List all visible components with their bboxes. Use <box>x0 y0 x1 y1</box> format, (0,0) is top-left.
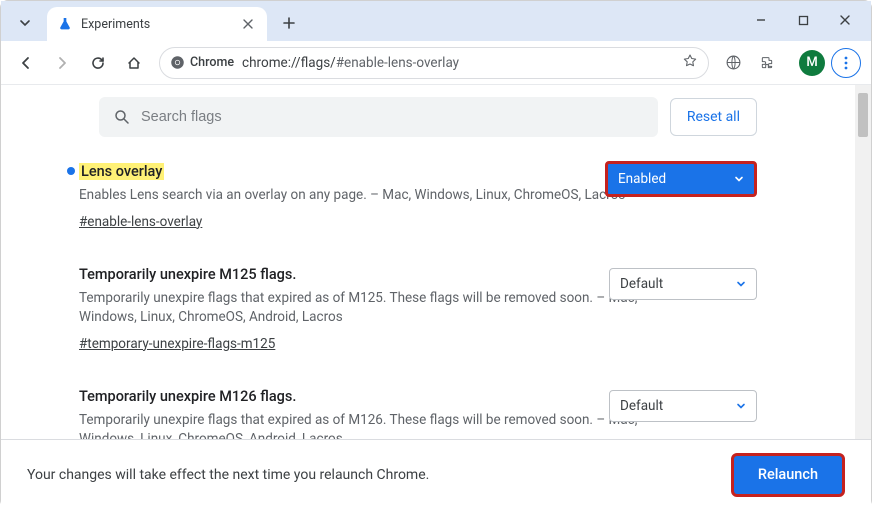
search-icon <box>113 108 131 126</box>
reset-all-button[interactable]: Reset all <box>670 98 757 136</box>
chevron-down-icon <box>736 279 746 289</box>
flask-icon <box>57 16 73 32</box>
chrome-icon <box>170 55 185 70</box>
chrome-menu-button[interactable] <box>831 48 861 78</box>
flag-state-select[interactable]: Enabled <box>605 161 757 197</box>
vertical-scrollbar[interactable] <box>855 85 871 439</box>
scrollbar-thumb[interactable] <box>858 93 868 137</box>
arrow-left-icon <box>18 55 34 71</box>
browser-tab[interactable]: Experiments <box>47 7 267 41</box>
tab-title: Experiments <box>81 17 239 32</box>
flag-item: Temporarily unexpire M126 flags. Temporar… <box>1 386 855 439</box>
minimize-icon <box>755 14 767 26</box>
home-button[interactable] <box>119 48 149 78</box>
chevron-down-icon <box>19 17 31 29</box>
window-maximize-button[interactable] <box>783 5 823 35</box>
close-icon <box>243 19 253 29</box>
flag-state-value: Enabled <box>618 171 666 187</box>
flag-hash-link[interactable]: #temporary-unexpire-flags-m125 <box>79 336 275 352</box>
flag-item: Temporarily unexpire M125 flags. Temporar… <box>1 264 855 352</box>
new-tab-button[interactable] <box>275 9 303 37</box>
chrome-chip: Chrome <box>170 55 234 70</box>
chrome-chip-label: Chrome <box>190 55 234 70</box>
browser-toolbar: Chrome chrome://flags/#enable-lens-overl… <box>1 41 871 85</box>
chevron-down-icon <box>734 174 744 184</box>
flag-state-value: Default <box>620 276 663 292</box>
tab-search-dropdown[interactable] <box>9 9 41 37</box>
chevron-down-icon <box>736 401 746 411</box>
site-settings-button[interactable] <box>719 49 747 77</box>
window-minimize-button[interactable] <box>741 5 781 35</box>
window-titlebar: Experiments <box>1 1 871 41</box>
flag-title: Lens overlay <box>79 163 164 180</box>
globe-shield-icon <box>725 54 742 71</box>
address-bar[interactable]: Chrome chrome://flags/#enable-lens-overl… <box>159 47 709 79</box>
reload-icon <box>90 55 106 71</box>
window-close-button[interactable] <box>825 5 865 35</box>
relaunch-button[interactable]: Relaunch <box>731 453 845 497</box>
flag-description: Enables Lens search via an overlay on an… <box>79 186 639 206</box>
reload-button[interactable] <box>83 48 113 78</box>
extensions-button[interactable] <box>753 49 781 77</box>
flag-state-value: Default <box>620 398 663 414</box>
flag-title: Temporarily unexpire M125 flags. <box>79 266 296 283</box>
relaunch-message: Your changes will take effect the next t… <box>27 467 429 483</box>
puzzle-icon <box>759 55 775 71</box>
close-icon <box>839 14 851 26</box>
flag-title: Temporarily unexpire M126 flags. <box>79 388 296 405</box>
flag-item: Lens overlay Enables Lens search via an o… <box>1 161 855 230</box>
profile-avatar[interactable]: M <box>799 50 825 76</box>
flag-state-select[interactable]: Default <box>609 268 757 300</box>
search-flags-box[interactable] <box>99 97 658 137</box>
tab-close-button[interactable] <box>239 15 257 33</box>
kebab-icon <box>844 56 848 70</box>
maximize-icon <box>798 15 809 26</box>
modified-indicator <box>67 167 75 175</box>
page-content: Reset all Lens overlay Enables Lens searc… <box>1 85 855 439</box>
arrow-right-icon <box>54 55 70 71</box>
flag-description: Temporarily unexpire flags that expired … <box>79 289 639 328</box>
star-icon <box>682 53 698 69</box>
relaunch-bar: Your changes will take effect the next t… <box>1 439 871 509</box>
plus-icon <box>282 16 296 30</box>
window-controls <box>741 5 865 35</box>
home-icon <box>126 55 142 71</box>
bookmark-button[interactable] <box>682 53 698 73</box>
forward-button[interactable] <box>47 48 77 78</box>
address-text: chrome://flags/#enable-lens-overlay <box>242 55 674 71</box>
flag-state-select[interactable]: Default <box>609 390 757 422</box>
flag-hash-link[interactable]: #enable-lens-overlay <box>79 214 202 230</box>
back-button[interactable] <box>11 48 41 78</box>
search-flags-input[interactable] <box>141 109 644 125</box>
flag-description: Temporarily unexpire flags that expired … <box>79 411 639 439</box>
